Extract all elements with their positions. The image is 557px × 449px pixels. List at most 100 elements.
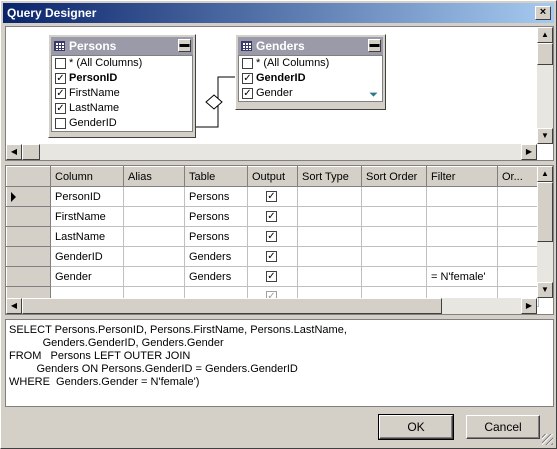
row-selector[interactable]	[6, 206, 51, 227]
grid-vertical-scrollbar[interactable]: ▲ ▼	[537, 166, 553, 298]
cell-or[interactable]	[497, 226, 539, 247]
cell-filter[interactable]	[426, 226, 498, 247]
cell-filter[interactable]	[426, 246, 498, 267]
scroll-right-button[interactable]: ▶	[521, 298, 537, 314]
table-column-row[interactable]: ✓ LastName	[52, 101, 192, 116]
grid-row[interactable]: PersonID Persons ✓	[6, 186, 539, 207]
cell-alias[interactable]	[123, 266, 185, 287]
cell-output[interactable]: ✓	[247, 206, 298, 227]
cell-table[interactable]: Persons	[184, 206, 248, 227]
close-button[interactable]: ×	[535, 6, 551, 20]
scroll-up-button[interactable]: ▲	[537, 27, 553, 43]
ok-button[interactable]: OK	[378, 414, 454, 440]
column-header-table[interactable]: Table	[184, 166, 248, 187]
scroll-left-button[interactable]: ◀	[6, 298, 22, 314]
output-checkbox[interactable]: ✓	[266, 231, 277, 243]
scroll-down-button[interactable]: ▼	[537, 128, 553, 144]
scroll-thumb[interactable]	[537, 43, 553, 65]
cell-or[interactable]	[497, 246, 539, 267]
cell-sort-order[interactable]	[361, 206, 427, 227]
column-checkbox[interactable]: ✓	[242, 88, 253, 99]
scroll-up-button[interactable]: ▲	[537, 166, 553, 182]
column-checkbox[interactable]: ✓	[242, 73, 253, 84]
column-checkbox[interactable]: ✓	[55, 103, 66, 114]
column-checkbox[interactable]: ✓	[55, 73, 66, 84]
row-selector[interactable]	[6, 266, 51, 287]
cell-sort-order[interactable]	[361, 266, 427, 287]
diagram-pane[interactable]: Persons ▬ * (All Columns) ✓ PersonID ✓ First…	[5, 26, 554, 161]
persons-table[interactable]: Persons ▬ * (All Columns) ✓ PersonID ✓ First…	[48, 34, 196, 138]
cell-column[interactable]: LastName	[50, 226, 124, 247]
cell-sort-type[interactable]	[297, 226, 362, 247]
column-checkbox[interactable]	[242, 58, 253, 69]
column-header-filter[interactable]: Filter	[426, 166, 498, 187]
cell-filter[interactable]	[426, 206, 498, 227]
scroll-left-button[interactable]: ◀	[6, 144, 22, 160]
scroll-thumb[interactable]	[537, 182, 553, 242]
cancel-button[interactable]: Cancel	[466, 415, 540, 439]
grid-row[interactable]: LastName Persons ✓	[6, 226, 539, 247]
table-column-row[interactable]: GenderID	[52, 116, 192, 131]
cell-sort-order[interactable]	[361, 186, 427, 207]
cell-output[interactable]: ✓	[247, 246, 298, 267]
cell-column[interactable]: PersonID	[50, 186, 124, 207]
grid-horizontal-scrollbar[interactable]: ◀ ▶	[6, 298, 537, 314]
cell-alias[interactable]	[123, 206, 185, 227]
row-selector[interactable]	[6, 246, 51, 267]
cell-alias[interactable]	[123, 226, 185, 247]
cell-alias[interactable]	[123, 246, 185, 267]
table-column-row[interactable]: * (All Columns)	[52, 56, 192, 71]
output-checkbox[interactable]: ✓	[266, 211, 277, 223]
column-checkbox[interactable]	[55, 118, 66, 129]
minimize-button[interactable]: ▬	[178, 39, 191, 52]
cell-table[interactable]: Persons	[184, 186, 248, 207]
column-header-sort-order[interactable]: Sort Order	[361, 166, 427, 187]
genders-table-header[interactable]: Genders ▬	[238, 37, 383, 55]
column-header-column[interactable]: Column	[50, 166, 124, 187]
grid-row[interactable]: Gender Genders ✓ = N'female'	[6, 266, 539, 287]
cell-sort-order[interactable]	[361, 226, 427, 247]
resize-grip[interactable]	[542, 434, 553, 445]
table-column-row[interactable]: ✓ Gender ⏷	[239, 86, 382, 101]
column-header-alias[interactable]: Alias	[123, 166, 185, 187]
column-header-output[interactable]: Output	[247, 166, 298, 187]
output-checkbox[interactable]: ✓	[266, 271, 277, 283]
output-checkbox[interactable]: ✓	[266, 191, 277, 203]
column-checkbox[interactable]	[55, 58, 66, 69]
grid-row[interactable]: FirstName Persons ✓	[6, 206, 539, 227]
cell-filter[interactable]	[426, 186, 498, 207]
scroll-right-button[interactable]: ▶	[521, 144, 537, 160]
cell-column[interactable]: Gender	[50, 266, 124, 287]
cell-output[interactable]: ✓	[247, 266, 298, 287]
column-checkbox[interactable]: ✓	[55, 88, 66, 99]
criteria-grid-pane[interactable]: Column Alias Table Output Sort Type Sort…	[5, 165, 554, 315]
cell-or[interactable]	[497, 206, 539, 227]
cell-or[interactable]	[497, 186, 539, 207]
column-header-sort-type[interactable]: Sort Type	[297, 166, 362, 187]
cell-table[interactable]: Genders	[184, 266, 248, 287]
table-column-row[interactable]: * (All Columns)	[239, 56, 382, 71]
row-selector-header[interactable]	[6, 166, 51, 187]
output-checkbox[interactable]: ✓	[266, 251, 277, 263]
cell-sort-order[interactable]	[361, 246, 427, 267]
cell-sort-type[interactable]	[297, 246, 362, 267]
grid-row[interactable]: GenderID Genders ✓	[6, 246, 539, 267]
cell-sort-type[interactable]	[297, 186, 362, 207]
cell-table[interactable]: Genders	[184, 246, 248, 267]
cell-output[interactable]: ✓	[247, 226, 298, 247]
diagram-horizontal-scrollbar[interactable]: ◀ ▶	[6, 144, 537, 160]
cell-column[interactable]: GenderID	[50, 246, 124, 267]
cell-filter[interactable]: = N'female'	[426, 266, 498, 287]
diagram-vertical-scrollbar[interactable]: ▲ ▼	[537, 27, 553, 144]
cell-sort-type[interactable]	[297, 206, 362, 227]
minimize-button[interactable]: ▬	[368, 39, 381, 52]
scroll-down-button[interactable]: ▼	[537, 282, 553, 298]
cell-output[interactable]: ✓	[247, 186, 298, 207]
column-header-or[interactable]: Or...	[497, 166, 539, 187]
cell-sort-type[interactable]	[297, 266, 362, 287]
cell-alias[interactable]	[123, 186, 185, 207]
row-selector[interactable]	[6, 226, 51, 247]
table-column-row[interactable]: ✓ PersonID	[52, 71, 192, 86]
cell-or[interactable]	[497, 266, 539, 287]
scroll-thumb[interactable]	[22, 144, 40, 160]
